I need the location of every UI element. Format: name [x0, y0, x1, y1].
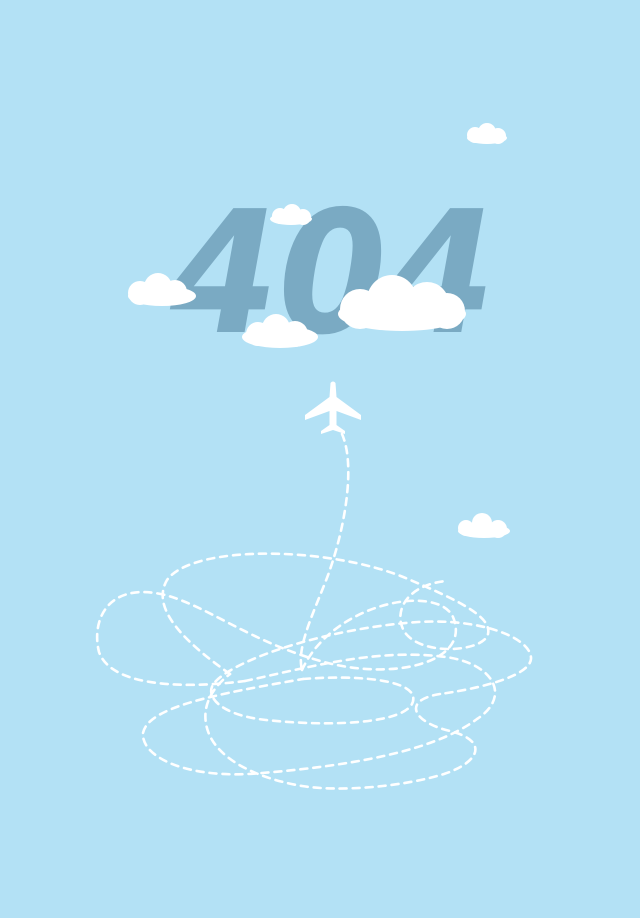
- error-404-illustration: 404: [95, 123, 533, 790]
- dashed-flight-path: [95, 432, 533, 790]
- cloud-icon: [467, 123, 507, 144]
- cloud-icon: [458, 513, 510, 538]
- airplane-icon: [305, 381, 361, 434]
- error-code-text: 404: [169, 175, 495, 373]
